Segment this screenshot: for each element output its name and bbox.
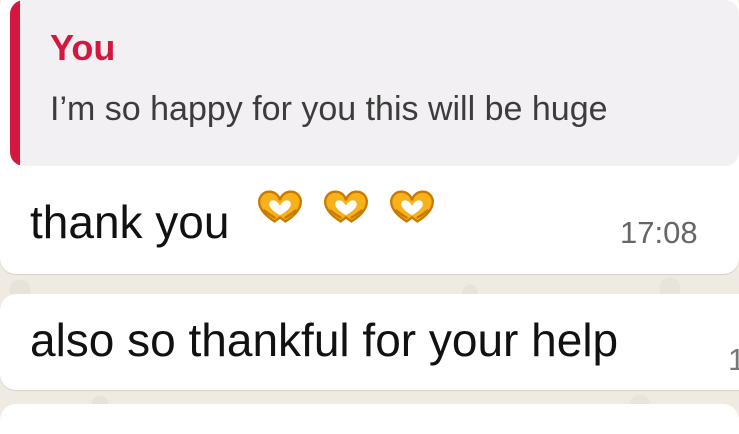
quoted-author: You (50, 27, 116, 68)
message-bubble[interactable]: also so thankful for your help 1 (0, 294, 739, 390)
quoted-message-preview[interactable]: You I’m so happy for you this will be hu… (10, 0, 739, 166)
emoji-group (255, 184, 437, 226)
heart-hands-icon (324, 190, 368, 223)
message-timestamp-fragment: 1 (728, 342, 739, 377)
message-text: thank you (30, 196, 230, 248)
message-bubble-reply[interactable]: You I’m so happy for you this will be hu… (0, 0, 739, 274)
next-message-bubble[interactable] (0, 404, 739, 434)
heart-hands-icon (258, 190, 302, 223)
heart-hands-icon (390, 190, 434, 223)
message-timestamp: 17:08 (620, 215, 698, 250)
quote-accent-bar (10, 0, 20, 166)
message-text: also so thankful for your help (30, 314, 619, 366)
quoted-message-text: I’m so happy for you this will be huge (50, 90, 608, 128)
